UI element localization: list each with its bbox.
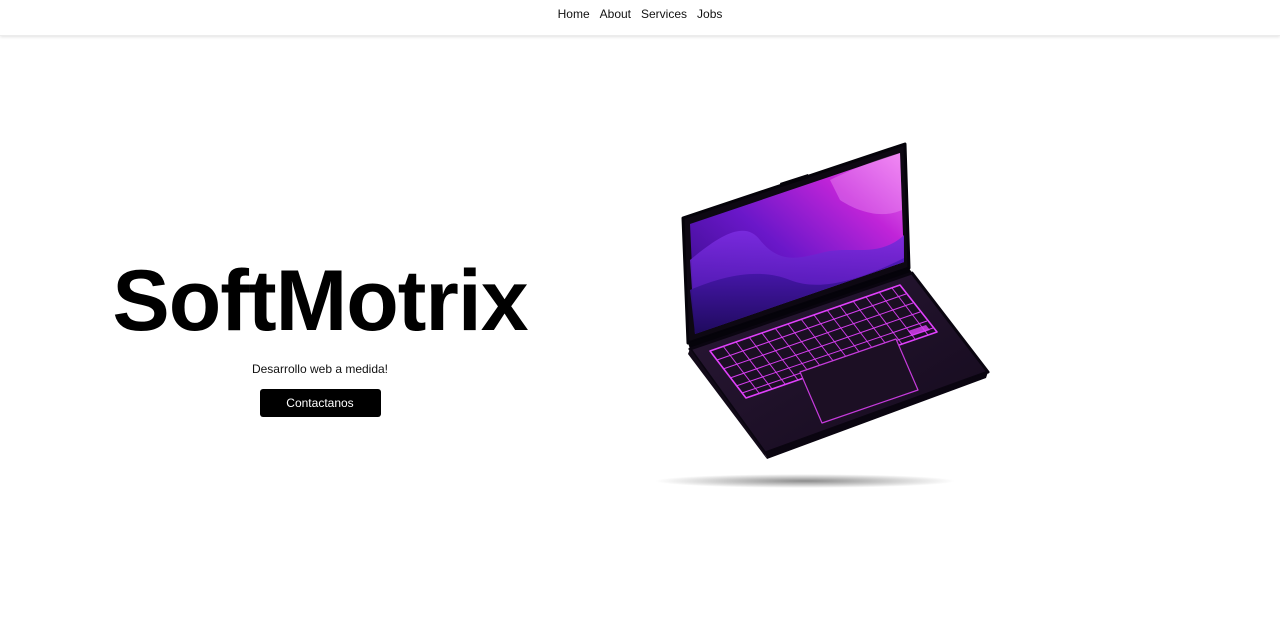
brand-title: SoftMotrix [112, 253, 528, 349]
hero-section: SoftMotrix Desarrollo web a medida! Cont… [100, 250, 540, 417]
nav-link-services[interactable]: Services [641, 8, 687, 20]
contact-button[interactable]: Contactanos [259, 389, 381, 417]
laptop-icon [655, 142, 990, 488]
top-navigation: Home About Services Jobs [0, 0, 1280, 36]
nav-link-home[interactable]: Home [558, 8, 590, 20]
nav-link-about[interactable]: About [600, 8, 631, 20]
nav-link-jobs[interactable]: Jobs [697, 8, 722, 20]
laptop-illustration [650, 140, 1000, 500]
hero-tagline: Desarrollo web a medida! [251, 362, 389, 376]
